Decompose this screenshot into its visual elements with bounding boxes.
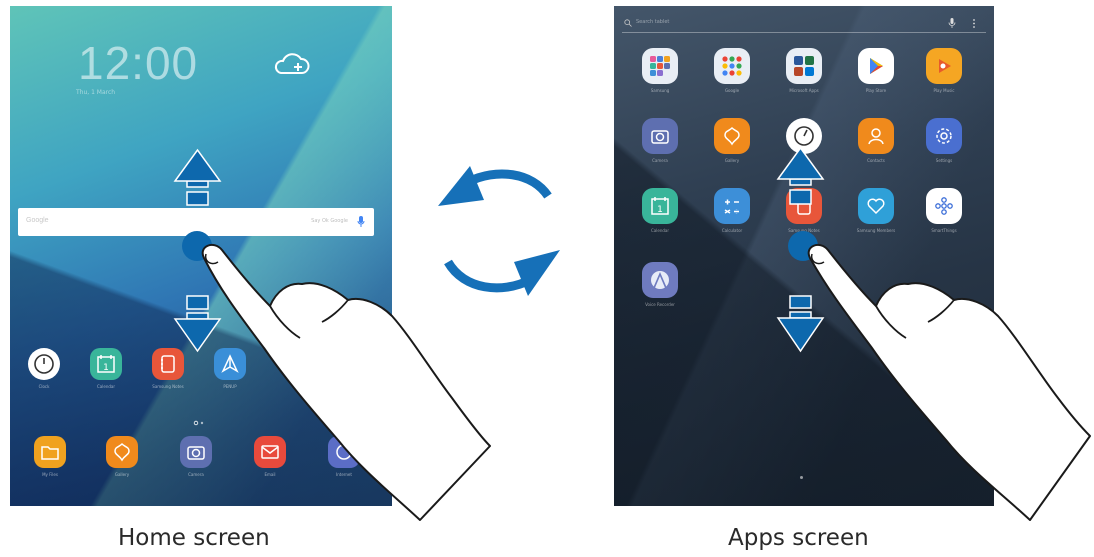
home-screen-caption: Home screen	[118, 525, 270, 551]
swipe-down-arrow	[776, 295, 825, 353]
bottom-cycle-arrow	[444, 250, 560, 296]
top-cycle-arrow	[438, 166, 552, 206]
apps-screen-caption: Apps screen	[728, 525, 869, 551]
swipe-down-arrow	[173, 295, 222, 353]
swipe-up-arrow	[776, 146, 825, 205]
swipe-up-arrow	[173, 148, 222, 206]
hand-illustration	[807, 243, 1091, 521]
gesture-overlay	[173, 146, 1091, 521]
hand-illustration	[201, 243, 491, 521]
